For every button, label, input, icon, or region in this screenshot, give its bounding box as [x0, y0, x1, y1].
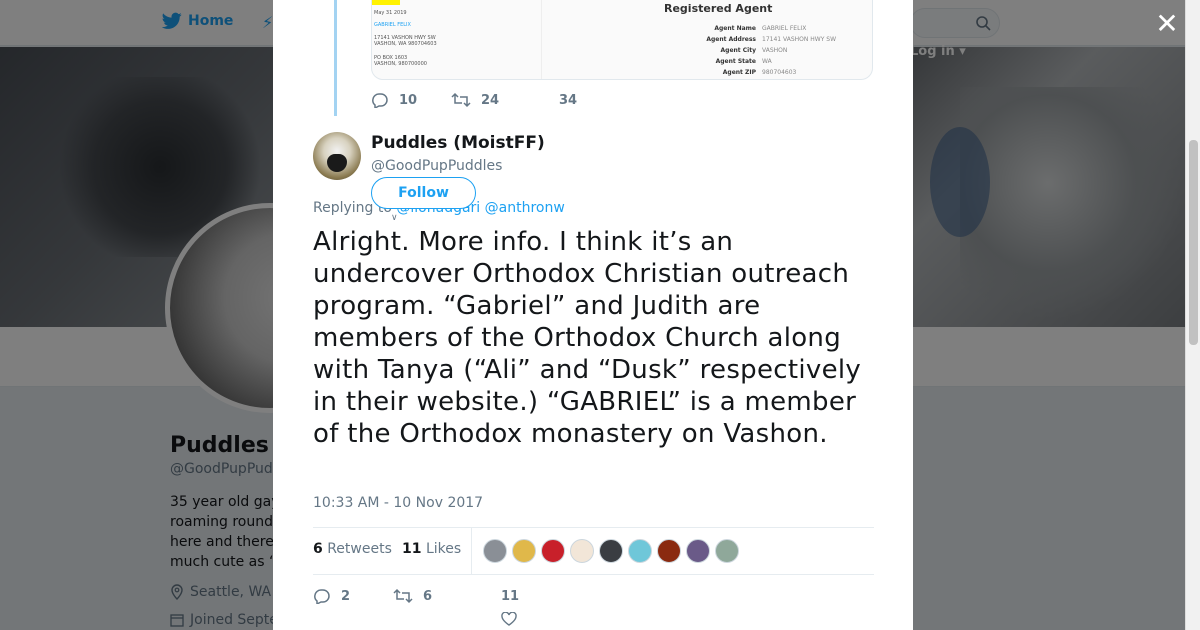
- retweet-button[interactable]: 6: [393, 588, 501, 604]
- follow-button[interactable]: Follow: [371, 177, 476, 209]
- reply-count: 10: [399, 92, 418, 108]
- retweet-stat[interactable]: 6 Retweets: [313, 541, 392, 557]
- tweet-stats: 6 Retweets 11 Likes: [313, 527, 874, 575]
- card-left-line: GABRIEL FELIX: [374, 22, 411, 28]
- tweet-modal: May 31 2019 GABRIEL FELIX 17141 VASHON H…: [273, 0, 913, 630]
- heart-icon[interactable]: [501, 612, 517, 626]
- tweet-actions: 2 6 11: [313, 588, 519, 604]
- close-icon[interactable]: ✕: [1153, 10, 1181, 38]
- author-name[interactable]: Puddles (MoistFF): [371, 133, 545, 153]
- liker-avatar[interactable]: [570, 539, 594, 563]
- liker-avatar[interactable]: [512, 539, 536, 563]
- divider: [471, 528, 472, 574]
- scrollbar-thumb[interactable]: [1189, 140, 1198, 345]
- card-title: Registered Agent: [664, 2, 773, 15]
- reply-icon: [372, 93, 388, 108]
- likers-avatars: [483, 539, 739, 563]
- card-row: Agent Address 17141 VASHON HWY SW: [706, 36, 837, 43]
- like-count: 34: [559, 92, 578, 108]
- tweet-timestamp[interactable]: 10:33 AM - 10 Nov 2017: [313, 495, 483, 511]
- card-row: Agent State WA: [715, 58, 772, 65]
- card-rows: Agent Name GABRIEL FELIX Agent Address 171…: [672, 23, 836, 78]
- retweet-icon: [451, 92, 471, 108]
- liker-avatar[interactable]: [657, 539, 681, 563]
- tweet-text: Alright. More info. I think it’s an unde…: [313, 227, 862, 449]
- reply-button[interactable]: 10: [371, 92, 451, 108]
- retweet-count: 6: [423, 588, 433, 604]
- liker-avatar[interactable]: [483, 539, 507, 563]
- like-button[interactable]: 11: [501, 588, 519, 604]
- card-row: Agent City VASHON: [720, 47, 788, 54]
- liker-avatar[interactable]: [628, 539, 652, 563]
- liker-avatar[interactable]: [686, 539, 710, 563]
- liker-avatar[interactable]: [715, 539, 739, 563]
- liker-avatar[interactable]: [541, 539, 565, 563]
- document-scan-left: May 31 2019 GABRIEL FELIX 17141 VASHON H…: [372, 0, 542, 79]
- reply-icon: [314, 589, 330, 604]
- like-count: 11: [501, 588, 520, 604]
- reply-count: 2: [341, 588, 351, 604]
- card-left-line: May 31 2019: [374, 10, 407, 16]
- card-left-line: VASHON, 980700000: [374, 61, 427, 67]
- like-button[interactable]: 34: [559, 92, 577, 108]
- retweet-count: 24: [481, 92, 500, 108]
- like-stat[interactable]: 11 Likes: [402, 541, 461, 557]
- card-left-line: VASHON, WA 980704603: [374, 41, 437, 47]
- attached-image[interactable]: May 31 2019 GABRIEL FELIX 17141 VASHON H…: [371, 0, 873, 80]
- liker-avatar[interactable]: [599, 539, 623, 563]
- card-row: Agent ZIP 980704603: [722, 69, 797, 76]
- retweet-icon: [393, 588, 413, 604]
- author-avatar[interactable]: [313, 132, 361, 180]
- thread-line: [334, 0, 337, 116]
- retweet-button[interactable]: 24: [451, 92, 559, 108]
- previous-tweet-actions: 10 24 34: [371, 92, 577, 108]
- chevron-down-icon[interactable]: ∨: [391, 213, 398, 223]
- card-row: Agent Name GABRIEL FELIX: [714, 25, 807, 32]
- scrollbar[interactable]: [1185, 0, 1200, 630]
- reply-button[interactable]: 2: [313, 588, 393, 604]
- author-handle[interactable]: @GoodPupPuddles: [371, 158, 502, 174]
